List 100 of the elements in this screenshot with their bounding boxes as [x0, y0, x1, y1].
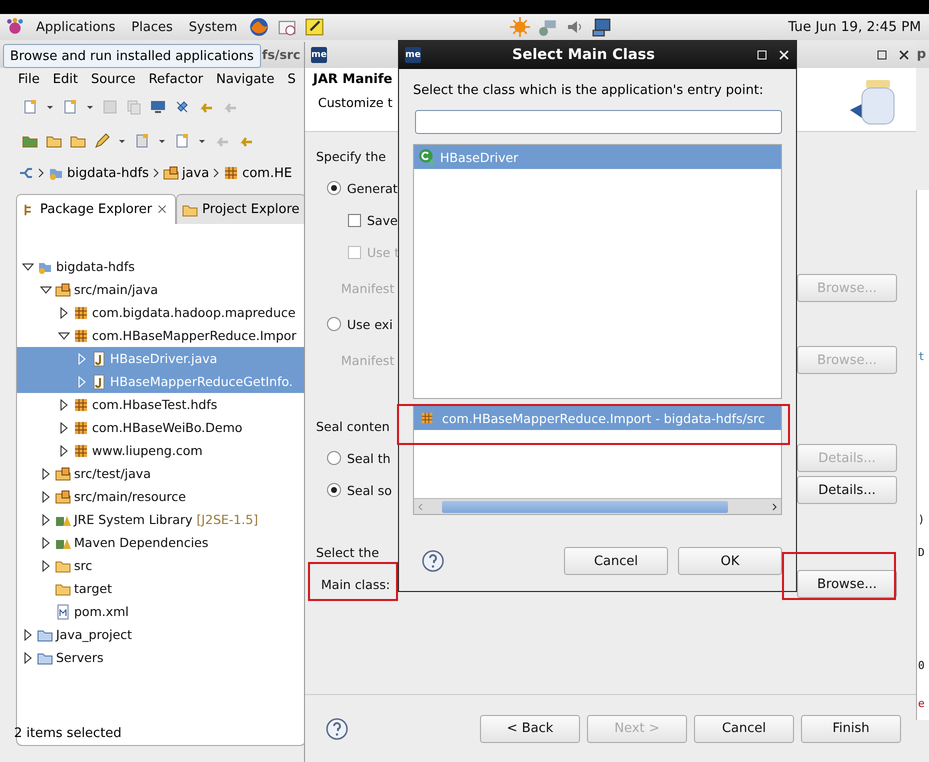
expand-arrow-icon[interactable]	[40, 560, 52, 572]
package-folder-icon	[55, 282, 71, 298]
expand-arrow-icon[interactable]	[22, 652, 34, 664]
document-icon	[134, 133, 150, 149]
tree-item[interactable]: bigdata-hdfs	[17, 255, 305, 278]
tree-item[interactable]: www.liupeng.com	[17, 439, 305, 462]
code-text: 0	[918, 659, 926, 672]
tree-item[interactable]: Servers	[17, 646, 305, 669]
option-label: Main class:	[321, 576, 390, 592]
radio-button[interactable]	[327, 317, 341, 331]
dialog-button[interactable]: Cancel	[564, 547, 668, 575]
chevron-icon	[152, 168, 160, 178]
wizard-button[interactable]: Cancel	[694, 714, 794, 742]
note-icon	[305, 17, 326, 37]
package-icon	[223, 165, 240, 181]
collapse-arrow-icon[interactable]	[40, 284, 52, 296]
tree-item[interactable]: com.HBaseMapperReduce.Impor	[17, 324, 305, 347]
section-label: Select the	[316, 544, 380, 560]
tree-item[interactable]: Maven Dependencies	[17, 531, 305, 554]
class-icon	[418, 148, 436, 166]
view-tab[interactable]: Package Explorer	[16, 194, 176, 224]
tree-item[interactable]: Java_project	[17, 623, 305, 646]
breadcrumb-item[interactable]: bigdata-hdfs	[67, 166, 149, 180]
option-label: Save	[367, 212, 398, 228]
option-label: Manifest	[341, 280, 394, 296]
tree-item[interactable]: src/test/java	[17, 462, 305, 485]
checkbox[interactable]	[348, 214, 361, 226]
package-icon	[73, 442, 89, 458]
radio-button[interactable]	[327, 483, 341, 497]
nodes-icon	[18, 165, 34, 181]
tree-item[interactable]: com.HBaseWeiBo.Demo	[17, 416, 305, 439]
horizontal-scrollbar[interactable]	[414, 498, 781, 514]
collapse-arrow-icon[interactable]	[22, 260, 34, 272]
wizard-button[interactable]: Finish	[801, 714, 901, 742]
clock[interactable]: Tue Jun 19, 2:45 PM	[788, 19, 921, 35]
tree-item[interactable]: com.HbaseTest.hdfs	[17, 393, 305, 416]
package-icon	[73, 420, 89, 436]
sun-icon	[510, 17, 530, 37]
document-icon	[62, 99, 78, 115]
panel-menu[interactable]: Places	[127, 20, 177, 34]
expand-arrow-icon[interactable]	[40, 514, 52, 526]
code-text: D	[918, 546, 926, 559]
caret-icon	[46, 103, 54, 111]
package-folder-icon	[55, 488, 71, 504]
tree-item[interactable]: com.bigdata.hadoop.mapreduce	[17, 301, 305, 324]
expand-arrow-icon[interactable]	[58, 422, 70, 434]
app-icon: me	[311, 47, 327, 63]
help-icon[interactable]	[421, 549, 445, 573]
expand-arrow-icon[interactable]	[58, 306, 70, 318]
maximize-icon[interactable]	[876, 49, 888, 61]
radio-button[interactable]	[327, 451, 341, 465]
collapse-arrow-icon[interactable]	[58, 330, 70, 342]
tree-item[interactable]: src/main/java	[17, 278, 305, 301]
expand-arrow-icon[interactable]	[58, 398, 70, 410]
close-icon[interactable]	[898, 49, 910, 61]
menu-item[interactable]: File	[18, 72, 40, 86]
expand-arrow-icon[interactable]	[58, 444, 70, 456]
expand-arrow-icon[interactable]	[40, 468, 52, 480]
radio-button[interactable]	[327, 181, 341, 195]
caret-icon	[158, 137, 166, 145]
expand-arrow-icon[interactable]	[40, 490, 52, 502]
panel-menu[interactable]: System	[184, 20, 242, 34]
dialog-title: Select Main Class	[511, 47, 656, 63]
prompt-text: Select the class which is the application's entry point:	[413, 82, 764, 100]
java-file-icon	[91, 350, 107, 366]
expand-arrow-icon[interactable]	[22, 628, 34, 640]
help-icon[interactable]	[325, 716, 349, 740]
menu-item[interactable]: Source	[90, 72, 136, 86]
package-icon	[73, 304, 89, 320]
xml-file-icon	[55, 604, 71, 620]
tooltip: Browse and run installed applications	[3, 44, 261, 68]
tree-item[interactable]: JRE System Library [J2SE-1.5]	[17, 508, 305, 531]
menu-item[interactable]: Edit	[52, 72, 78, 86]
panel-menu[interactable]: Applications	[32, 20, 120, 34]
document-icon	[22, 99, 38, 115]
caret-icon	[118, 137, 126, 145]
search-field[interactable]	[415, 110, 782, 134]
option-label: Seal so	[347, 482, 392, 498]
dialog-button[interactable]: OK	[678, 547, 782, 575]
browse-button[interactable]: Details...	[797, 476, 897, 504]
menu-item[interactable]: S	[287, 72, 296, 86]
pencil-icon	[94, 133, 110, 149]
view-tab[interactable]: Project Explore	[176, 194, 306, 224]
wizard-button[interactable]: < Back	[480, 714, 580, 742]
code-text: e	[918, 697, 926, 710]
tree-item[interactable]: pom.xml	[17, 600, 305, 623]
browse-button[interactable]: Browse...	[797, 570, 897, 598]
breadcrumb-item[interactable]: java	[182, 166, 210, 180]
menu-item[interactable]: Refactor	[148, 72, 204, 86]
tree-item[interactable]: src	[17, 554, 305, 577]
package-folder-icon	[55, 466, 71, 482]
expand-arrow-icon[interactable]	[40, 536, 52, 548]
java-file-icon	[91, 374, 107, 390]
menu-item[interactable]: Navigate	[216, 72, 274, 86]
tree-item[interactable]: src/main/resource	[17, 485, 305, 508]
section-label: Specify the	[316, 148, 386, 164]
tree-item[interactable]: target	[17, 577, 305, 600]
document-icon	[174, 133, 190, 149]
breadcrumb-item[interactable]: com.HE	[242, 166, 292, 180]
page-title: JAR Manife	[313, 72, 392, 87]
